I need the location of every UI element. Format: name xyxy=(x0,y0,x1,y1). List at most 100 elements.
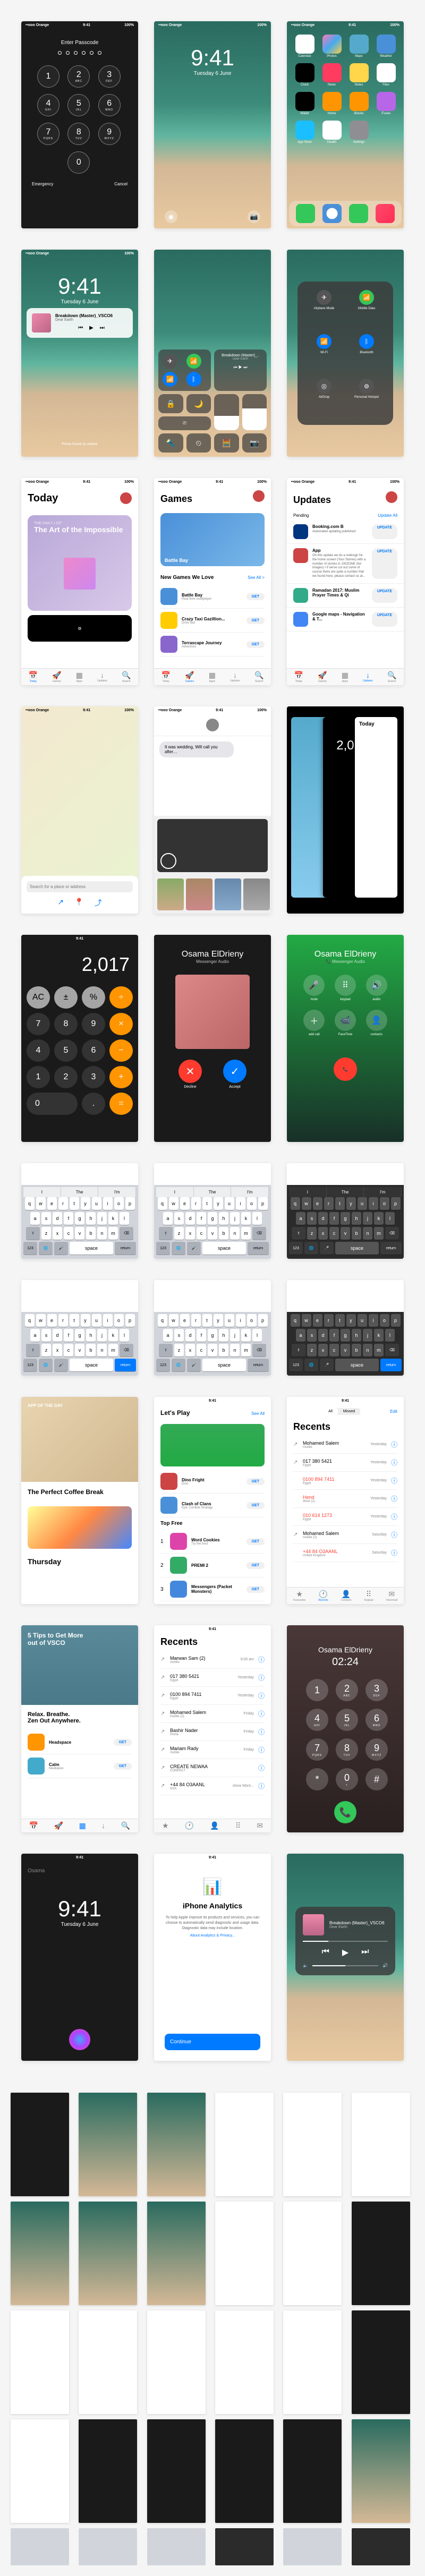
key-t[interactable]: t xyxy=(70,1197,79,1210)
key-r[interactable]: r xyxy=(58,1314,68,1327)
key-e[interactable]: e xyxy=(47,1314,57,1327)
key-q[interactable]: q xyxy=(25,1197,35,1210)
key-a[interactable]: a xyxy=(296,1212,305,1225)
key-h[interactable]: h xyxy=(219,1329,228,1342)
dial-3[interactable]: 3DEF xyxy=(366,1679,388,1701)
key-a[interactable]: a xyxy=(163,1329,173,1342)
key-e[interactable]: e xyxy=(180,1197,190,1210)
key-3[interactable]: 3DEF xyxy=(98,65,121,88)
key-k[interactable]: k xyxy=(241,1212,251,1225)
key-i[interactable]: i xyxy=(369,1314,378,1327)
dock-safari[interactable] xyxy=(322,204,342,223)
volume-slider[interactable] xyxy=(242,394,267,430)
key-s[interactable]: s xyxy=(307,1329,317,1342)
key-q[interactable]: q xyxy=(158,1314,167,1327)
orientation-lock-icon[interactable]: 🔒 xyxy=(158,394,183,413)
key-g[interactable]: g xyxy=(208,1329,217,1342)
key-g[interactable]: g xyxy=(75,1329,84,1342)
key-r[interactable]: r xyxy=(324,1197,334,1210)
cellular-icon[interactable]: 📶 xyxy=(186,354,201,369)
key-w[interactable]: w xyxy=(36,1197,46,1210)
key-c[interactable]: c xyxy=(329,1227,339,1240)
key-e[interactable]: e xyxy=(180,1314,190,1327)
key-p[interactable]: p xyxy=(258,1197,268,1210)
key-n[interactable]: n xyxy=(97,1227,107,1240)
backspace-key[interactable]: ⌫ xyxy=(120,1227,133,1240)
facetime-icon[interactable]: 📹 xyxy=(335,1010,356,1031)
key-u[interactable]: u xyxy=(358,1197,367,1210)
key-o[interactable]: o xyxy=(114,1314,124,1327)
key-z[interactable]: z xyxy=(174,1227,184,1240)
key-h[interactable]: h xyxy=(86,1212,96,1225)
recent-row[interactable]: ↗017 380 5421EgyptYesterdayⓘ xyxy=(160,1669,265,1687)
key-h[interactable]: h xyxy=(219,1212,228,1225)
info-icon[interactable]: ⓘ xyxy=(258,1763,265,1772)
dial-9[interactable]: 9WXYZ xyxy=(366,1738,388,1761)
key-l[interactable]: l xyxy=(120,1212,129,1225)
key-a[interactable]: a xyxy=(30,1212,40,1225)
key-u[interactable]: u xyxy=(225,1314,234,1327)
directions-icon[interactable]: ↗ xyxy=(57,898,64,908)
app-calendar[interactable]: Calendar xyxy=(293,35,316,58)
key-p[interactable]: p xyxy=(125,1197,135,1210)
key-j[interactable]: j xyxy=(230,1212,240,1225)
app-settings[interactable]: Settings xyxy=(347,121,370,144)
key-c[interactable]: c xyxy=(197,1227,206,1240)
app-app store[interactable]: App Store xyxy=(293,121,316,144)
app-home[interactable]: Home xyxy=(320,92,343,115)
key-d[interactable]: d xyxy=(185,1329,195,1342)
key-j[interactable]: j xyxy=(363,1329,372,1342)
key-0[interactable]: 0 xyxy=(67,151,90,174)
recent-row[interactable]: ↗Bashir NaderHomeFridayⓘ xyxy=(160,1723,265,1741)
key-i[interactable]: i xyxy=(369,1197,378,1210)
key-f[interactable]: f xyxy=(329,1212,339,1225)
key-u[interactable]: u xyxy=(225,1197,234,1210)
key-e[interactable]: e xyxy=(313,1314,322,1327)
app-news[interactable]: News xyxy=(320,63,343,87)
next-icon[interactable]: ⏭ xyxy=(361,1947,369,1958)
airplane-icon[interactable]: ✈ xyxy=(163,354,177,369)
key-x[interactable]: x xyxy=(185,1227,195,1240)
key-f[interactable]: f xyxy=(197,1212,206,1225)
featured-game[interactable]: Battle Bay xyxy=(160,513,265,566)
update-row[interactable]: Booking.com BAutomated updating publishe… xyxy=(287,520,404,544)
profile-avatar[interactable] xyxy=(253,490,265,502)
play-icon[interactable]: ▶ xyxy=(342,1947,348,1958)
recent-row[interactable]: ↗Mohamed Salemmobile (2)Saturdayⓘ xyxy=(293,1526,397,1544)
key-j[interactable]: j xyxy=(230,1329,240,1342)
photo-strip[interactable] xyxy=(154,875,271,914)
prev-icon[interactable]: ⏮ xyxy=(78,325,83,331)
recent-row[interactable]: 010 614 1273EgyptYesterdayⓘ xyxy=(293,1508,397,1526)
key-w[interactable]: w xyxy=(169,1197,178,1210)
key-i[interactable]: i xyxy=(236,1197,245,1210)
dock-music[interactable] xyxy=(376,204,395,223)
key-b[interactable]: b xyxy=(352,1227,361,1240)
game-row[interactable]: Terrascape JourneyAdventureGET xyxy=(160,633,265,656)
app-files[interactable]: Files xyxy=(375,63,397,87)
key-q[interactable]: q xyxy=(291,1197,300,1210)
key-a[interactable]: a xyxy=(30,1329,40,1342)
key-m[interactable]: m xyxy=(374,1344,384,1357)
siri-orb-icon[interactable] xyxy=(69,2029,90,2050)
key-f[interactable]: f xyxy=(197,1329,206,1342)
shift-key[interactable]: ⇧ xyxy=(26,1227,40,1240)
info-icon[interactable]: ⓘ xyxy=(391,1476,397,1485)
addcall-icon[interactable]: ＋ xyxy=(303,1010,325,1031)
key-s[interactable]: s xyxy=(174,1212,184,1225)
key-j[interactable]: j xyxy=(363,1212,372,1225)
update-all-button[interactable]: Update All xyxy=(378,513,397,518)
emergency-button[interactable]: Emergency xyxy=(32,182,53,186)
key-q[interactable]: q xyxy=(291,1314,300,1327)
key-y[interactable]: y xyxy=(81,1197,90,1210)
key-8[interactable]: 8TUV xyxy=(67,123,90,145)
key-t[interactable]: t xyxy=(335,1197,345,1210)
contacts-icon[interactable]: 👤 xyxy=(366,1010,387,1031)
key-d[interactable]: d xyxy=(318,1329,328,1342)
key-g[interactable]: g xyxy=(208,1212,217,1225)
music-widget[interactable]: Breakdown (Master)_VSCO6 Dear Earth ⏮ ▶ … xyxy=(27,308,133,338)
airdrop-icon[interactable]: ◎ xyxy=(317,379,332,394)
key-m[interactable]: m xyxy=(374,1227,384,1240)
tab-missed[interactable]: Missed xyxy=(338,1408,360,1415)
key-x[interactable]: x xyxy=(53,1344,62,1357)
key-k[interactable]: k xyxy=(108,1212,118,1225)
